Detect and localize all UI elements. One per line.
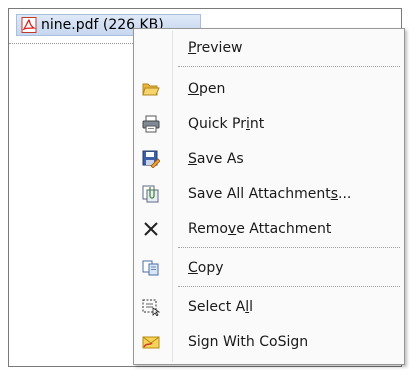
menu-item-save-as[interactable]: Save As	[136, 144, 402, 174]
printer-icon	[142, 115, 160, 133]
save-as-icon	[142, 150, 160, 168]
menu-separator	[178, 66, 400, 67]
menu-item-sign-with-cosign[interactable]: Sign With CoSign	[136, 327, 402, 357]
menu-item-copy[interactable]: Copy	[136, 253, 402, 283]
menu-item-open[interactable]: Open	[136, 74, 402, 104]
menu-item-label: Preview	[188, 40, 243, 56]
menu-item-label: Copy	[188, 260, 224, 276]
pdf-file-icon	[21, 17, 37, 33]
open-folder-icon	[142, 83, 160, 96]
menu-item-label: Save As	[188, 151, 244, 167]
menu-item-label: Quick Print	[188, 116, 265, 132]
menu-item-label: Sign With CoSign	[188, 334, 309, 350]
menu-item-preview[interactable]: Preview	[136, 33, 402, 63]
menu-item-remove-attachment[interactable]: Remove Attachment	[136, 214, 402, 244]
menu-item-label: Remove Attachment	[188, 221, 332, 237]
menu-separator	[178, 286, 400, 287]
menu-item-quick-print[interactable]: Quick Print	[136, 109, 402, 139]
cosign-icon	[142, 336, 160, 349]
menu-item-select-all[interactable]: Select All	[136, 292, 402, 322]
select-all-icon	[142, 299, 160, 316]
menu-separator	[178, 247, 400, 248]
menu-item-save-all-attachments[interactable]: Save All Attachments...	[136, 179, 402, 209]
copy-icon	[142, 260, 159, 276]
save-all-attachments-icon	[142, 185, 159, 203]
menu-item-label: Select All	[188, 299, 253, 315]
attachment-context-menu: Preview Open Quick Print Save As Save Al…	[133, 28, 405, 365]
menu-item-label: Open	[188, 81, 226, 97]
remove-x-icon	[144, 222, 158, 236]
menu-item-label: Save All Attachments...	[188, 186, 352, 202]
